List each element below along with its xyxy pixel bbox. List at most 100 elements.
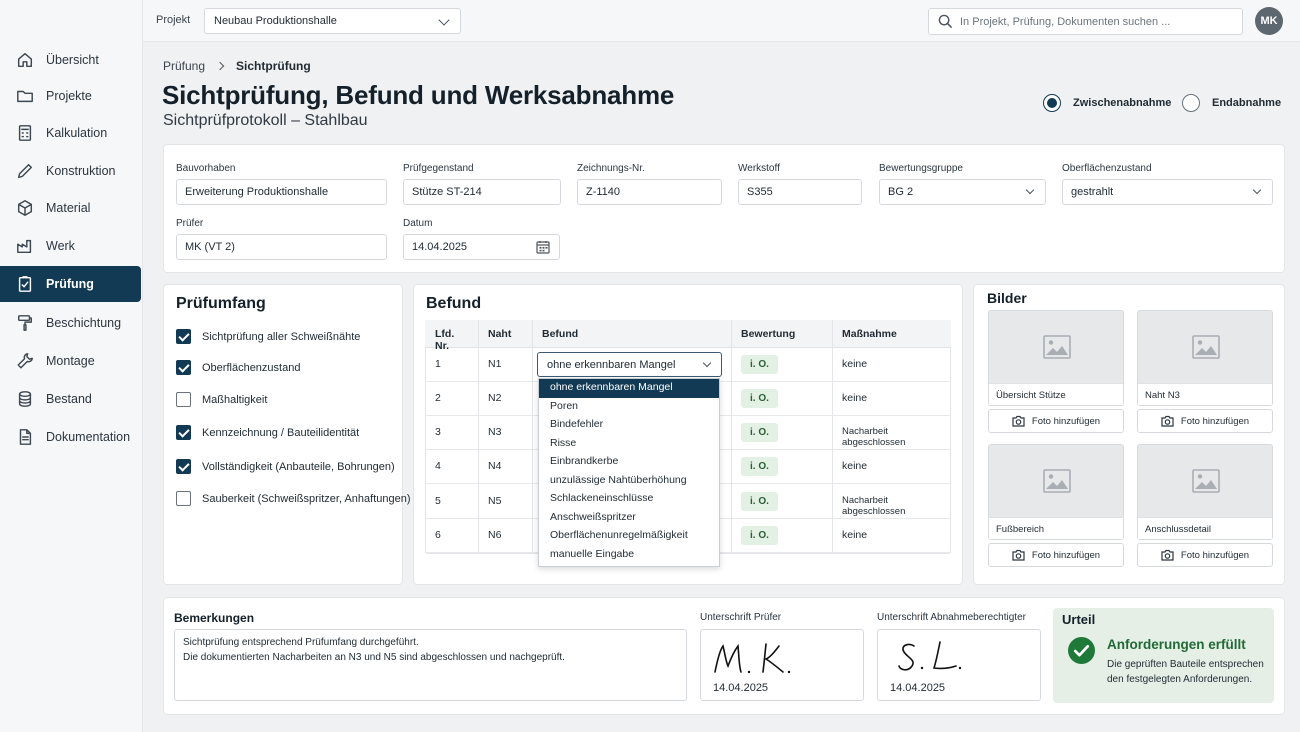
dropdown-option[interactable]: Poren (539, 398, 719, 417)
naht-cell: N6 (478, 519, 532, 553)
calendar-icon[interactable] (536, 240, 550, 254)
remarks-textarea[interactable]: Sichtprüfung entsprechend Prüfumfang dur… (174, 629, 687, 701)
dropdown-option[interactable]: Anschweißspritzer (539, 509, 719, 528)
status-badge[interactable]: i. O. (741, 355, 778, 374)
dropdown-option[interactable]: Oberflächenunregelmäßigkeit (539, 527, 719, 546)
befund-title: Befund (426, 295, 482, 312)
checkbox-checked[interactable] (176, 329, 191, 344)
status-badge[interactable]: i. O. (741, 492, 778, 511)
add-photo-button[interactable]: Foto hinzufügen (1137, 409, 1273, 433)
radio-button[interactable] (1182, 94, 1200, 112)
datum-field[interactable]: 14.04.2025 (403, 234, 560, 260)
sidebar-item-label: Montage (46, 354, 95, 368)
dropdown-option[interactable]: Bindefehler (539, 416, 719, 435)
factory-icon (17, 239, 32, 254)
cube-icon (17, 200, 33, 216)
project-select[interactable]: Neubau Produktionshalle (204, 8, 461, 34)
befund-select-row1[interactable]: ohne erkennbaren Mangel (537, 352, 722, 377)
breadcrumb-parent[interactable]: Prüfung (163, 59, 205, 73)
search-placeholder: In Projekt, Prüfung, Dokumenten suchen .… (960, 16, 1171, 28)
signature-abnahme-box[interactable]: 14.04.2025 (877, 629, 1041, 701)
add-photo-label: Foto hinzufügen (1031, 415, 1101, 427)
bauvorhaben-field[interactable]: Erweiterung Produktionshalle (176, 179, 387, 205)
sidebar-item-montage[interactable]: Montage (0, 343, 141, 379)
status-badge[interactable]: i. O. (741, 457, 778, 476)
radio-endabnahme[interactable]: Endabnahme (1182, 94, 1281, 112)
dropdown-option[interactable]: unzulässige Nahtüberhöhung (539, 472, 719, 491)
dropdown-option[interactable]: manuelle Eingabe (539, 546, 719, 565)
zeichnung-field[interactable]: Z-1140 (577, 179, 722, 205)
sidebar-item-beschichtung[interactable]: Beschichtung (0, 305, 141, 341)
search-input[interactable]: In Projekt, Prüfung, Dokumenten suchen .… (928, 8, 1243, 35)
checkbox-checked[interactable] (176, 425, 191, 440)
pruefgegenstand-field[interactable]: Stütze ST-214 (403, 179, 561, 205)
camera-icon (1161, 415, 1174, 427)
status-badge[interactable]: i. O. (741, 526, 778, 545)
image-placeholder[interactable]: Anschlussdetail (1137, 444, 1273, 540)
scope-item[interactable]: Sichtprüfung aller Schweißnähte (176, 329, 360, 344)
oberflaeche-select[interactable]: gestrahlt (1062, 179, 1273, 205)
dropdown-option[interactable]: Risse (539, 435, 719, 454)
image-icon (1192, 335, 1220, 359)
scope-item[interactable]: Vollständigkeit (Anbauteile, Bohrungen) (176, 459, 395, 474)
chevron-down-icon (438, 14, 450, 26)
column-header: Bewertung (731, 320, 832, 348)
checkbox[interactable] (176, 491, 191, 506)
camera-icon (1161, 549, 1174, 561)
verdict-panel: Urteil Anforderungen erfüllt Die geprüft… (1053, 608, 1274, 703)
dropdown-option[interactable]: ohne erkennbaren Mangel (539, 379, 719, 398)
dropdown-option[interactable]: Schlackeneinschlüsse (539, 490, 719, 509)
avatar[interactable]: MK (1255, 7, 1283, 35)
sidebar-item-projekte[interactable]: Projekte (0, 78, 141, 114)
radio-button-selected[interactable] (1043, 94, 1061, 112)
remarks-title: Bemerkungen (174, 611, 255, 625)
signature-pruefer-box[interactable]: 14.04.2025 (700, 629, 864, 701)
naht-cell: N1 (478, 348, 532, 382)
image-placeholder[interactable]: Übersicht Stütze (988, 310, 1124, 406)
sidebar-item-material[interactable]: Material (0, 190, 141, 226)
sidebar-item-pruefung[interactable]: Prüfung (0, 266, 141, 302)
folder-icon (17, 90, 33, 103)
bewertungsgruppe-select[interactable]: BG 2 (879, 179, 1046, 205)
sidebar-item-kalkulation[interactable]: Kalkulation (0, 115, 141, 151)
status-badge[interactable]: i. O. (741, 389, 778, 408)
add-photo-button[interactable]: Foto hinzufügen (1137, 543, 1273, 567)
sidebar-item-dokumentation[interactable]: Dokumentation (0, 419, 141, 455)
image-placeholder[interactable]: Fußbereich (988, 444, 1124, 540)
checkbox-checked[interactable] (176, 459, 191, 474)
breadcrumb: Prüfung Sichtprüfung (163, 59, 311, 73)
pruefer-label: Prüfer (176, 218, 204, 229)
chevron-right-icon (215, 61, 225, 71)
verdict-text: den festgelegten Anforderungen. (1107, 674, 1253, 685)
sidebar-item-konstruktion[interactable]: Konstruktion (0, 153, 141, 189)
scope-item[interactable]: Kennzeichnung / Bauteilidentität (176, 425, 359, 440)
checkbox-checked[interactable] (176, 360, 191, 375)
pencil-icon (17, 163, 33, 179)
signature-pruefer-date: 14.04.2025 (713, 682, 769, 694)
scope-item[interactable]: Sauberkeit (Schweißspritzer, Anhaftungen… (176, 491, 411, 506)
status-badge[interactable]: i. O. (741, 423, 778, 442)
radio-zwischenabnahme[interactable]: Zwischenabnahme (1043, 94, 1171, 112)
dropdown-option[interactable]: Einbrandkerbe (539, 453, 719, 472)
images-title: Bilder (987, 290, 1027, 306)
scope-item-label: Oberflächenzustand (202, 361, 301, 374)
bewertung-cell: i. O. (731, 382, 832, 416)
sidebar-item-werk[interactable]: Werk (0, 228, 141, 264)
sidebar-item-uebersicht[interactable]: Übersicht (0, 42, 141, 78)
image-caption: Naht N3 (1138, 383, 1272, 405)
massnahme-cell: keine (832, 382, 951, 416)
sidebar-item-bestand[interactable]: Bestand (0, 381, 141, 417)
pruefer-field[interactable]: MK (VT 2) (176, 234, 387, 260)
scope-item[interactable]: Oberflächenzustand (176, 360, 300, 375)
scope-item[interactable]: Maßhaltigkeit (176, 392, 267, 407)
sidebar-item-label: Prüfung (46, 277, 94, 291)
scope-item-label: Maßhaltigkeit (202, 393, 268, 406)
naht-cell: N5 (478, 485, 532, 519)
add-photo-button[interactable]: Foto hinzufügen (988, 543, 1124, 567)
project-label: Projekt (156, 14, 191, 26)
checkbox[interactable] (176, 392, 191, 407)
werkstoff-field[interactable]: S355 (738, 179, 862, 205)
add-photo-button[interactable]: Foto hinzufügen (988, 409, 1124, 433)
image-placeholder[interactable]: Naht N3 (1137, 310, 1273, 406)
column-header: Maßnahme (832, 320, 951, 348)
